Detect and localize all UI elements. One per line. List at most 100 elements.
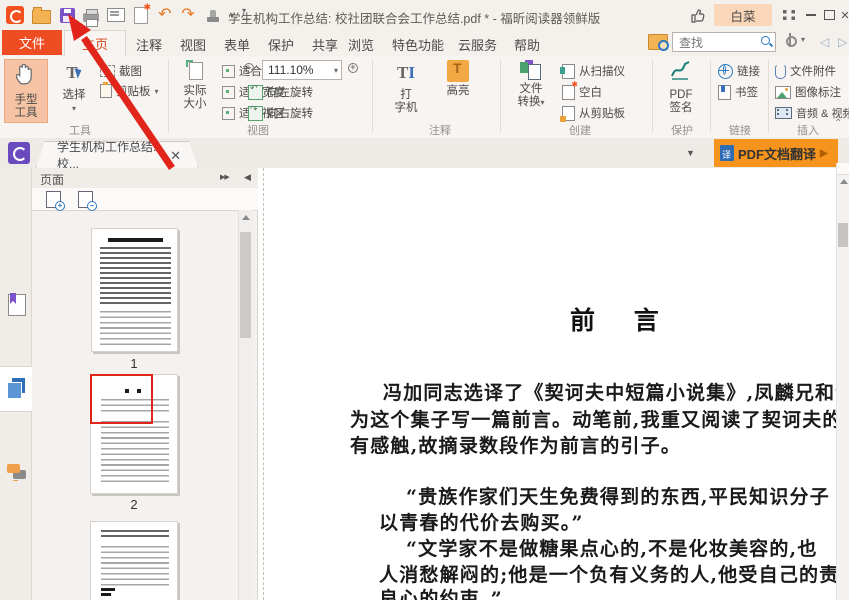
pdf-text-line: 冯加同志选译了《契诃夫中短篇小说集》,凤麟兄和译 xyxy=(383,378,849,405)
zoom-in-icon[interactable] xyxy=(348,63,361,76)
redo-icon[interactable]: ↷ xyxy=(178,6,198,24)
menu-tab-features[interactable]: 特色功能 xyxy=(392,35,444,54)
rotate-right-button[interactable]: 向右旋转 xyxy=(248,104,313,122)
search-magnifier-icon[interactable] xyxy=(761,36,772,47)
image-annotation-button[interactable]: 图像标注 xyxy=(775,83,841,101)
viewer-scrollbar[interactable] xyxy=(836,163,849,600)
menu-tab-comment[interactable]: 注释 xyxy=(136,35,162,54)
menu-tab-view[interactable]: 视图 xyxy=(180,35,206,54)
undo-icon[interactable]: ↶ xyxy=(155,6,175,24)
hand-tool-button[interactable]: 手型 工具 xyxy=(4,59,48,123)
enlarge-thumbnails-icon[interactable] xyxy=(46,191,61,208)
typewriter-button[interactable]: TI 打 字机 xyxy=(384,59,428,123)
blank-page-label: 空白 xyxy=(579,84,602,100)
pdf-translate-button[interactable]: PDF文档翻译 ▶ xyxy=(714,139,838,167)
viewer-scrollbar-thumb[interactable] xyxy=(838,223,848,247)
pdf-viewer[interactable]: 前 言 冯加同志选译了《契诃夫中短篇小说集》,凤麟兄和译 为这个集子写一篇前言。… xyxy=(258,168,849,600)
typewriter-label: 打 xyxy=(400,89,412,101)
rotate-left-button[interactable]: 向左旋转 xyxy=(248,83,313,101)
pages-panel-icon xyxy=(7,378,25,398)
save-icon[interactable] xyxy=(57,6,77,24)
fit-visible-icon xyxy=(222,107,235,120)
minimize-button[interactable] xyxy=(802,7,820,23)
file-convert-button[interactable]: 文件 转换 xyxy=(508,59,554,123)
next-arrow-icon[interactable]: ▷ xyxy=(838,35,847,49)
account-badge[interactable]: 白菜 xyxy=(714,4,772,26)
actual-size-button[interactable]: 实际 大小 xyxy=(174,59,216,123)
tab-close-icon[interactable]: ✕ xyxy=(170,149,181,162)
start-page-icon[interactable] xyxy=(8,142,30,164)
new-document-icon[interactable] xyxy=(131,6,151,24)
document-tab[interactable]: 学生机构工作总结: 校... ✕ xyxy=(36,141,198,168)
page2-view-rectangle[interactable] xyxy=(90,374,153,424)
menu-tab-protect[interactable]: 保护 xyxy=(268,35,294,54)
pdf-text-line: 人消愁解闷的;他是一个负有义务的人,他受自己的责 xyxy=(379,560,839,587)
menu-tab-cloud[interactable]: 云服务 xyxy=(458,35,497,54)
layout-grid-icon[interactable] xyxy=(780,7,798,23)
email-icon[interactable] xyxy=(106,6,126,24)
hand-tool-label: 手型 xyxy=(15,94,38,106)
shrink-thumbnails-icon[interactable] xyxy=(78,191,93,208)
from-clipboard-icon xyxy=(562,106,575,121)
group-label-tools: 工具 xyxy=(40,122,120,138)
link-button[interactable]: 链接 xyxy=(718,62,760,80)
viewer-scroll-up-icon[interactable] xyxy=(840,179,848,184)
file-attachment-button[interactable]: 文件附件 xyxy=(775,62,836,80)
close-button[interactable]: × xyxy=(836,7,849,23)
ribbon-collapse-icon[interactable]: ⌃ xyxy=(834,118,842,129)
zoom-level-box[interactable]: 111.10% ▾ xyxy=(262,60,342,80)
rotate-right-icon xyxy=(248,106,263,121)
page-thumbnail-1[interactable] xyxy=(91,228,178,352)
stamp-icon[interactable] xyxy=(203,6,223,24)
print-icon[interactable] xyxy=(81,6,101,24)
tab-list-dropdown-icon[interactable]: ▼ xyxy=(686,148,695,158)
search-folder-icon[interactable] xyxy=(648,34,668,50)
settings-gear-icon[interactable] xyxy=(783,33,799,49)
panel-scrollbar-thumb[interactable] xyxy=(240,232,251,338)
menu-tab-help[interactable]: 帮助 xyxy=(514,35,540,54)
bookmarks-panel-icon[interactable] xyxy=(8,294,26,316)
prev-arrow-icon[interactable]: ◁ xyxy=(820,35,829,49)
comments-panel-icon[interactable] xyxy=(7,464,27,482)
menu-tab-form[interactable]: 表单 xyxy=(224,35,250,54)
snapshot-button[interactable]: 截图 xyxy=(100,62,142,80)
menu-file[interactable]: 文件 xyxy=(2,30,62,55)
pages-panel-button[interactable] xyxy=(0,366,32,412)
panel-collapse-icon[interactable]: ◀ xyxy=(244,172,251,183)
thumbs-up-icon[interactable] xyxy=(688,7,708,25)
panel-expand-icon[interactable]: ▶▶ xyxy=(220,173,229,181)
from-clipboard-button[interactable]: 从剪贴板 xyxy=(562,104,625,122)
open-file-icon[interactable] xyxy=(31,6,51,24)
pdf-text-line: 为这个集子写一篇前言。动笔前,我重又阅读了契诃夫的 xyxy=(350,405,843,432)
highlight-button[interactable]: 高亮 xyxy=(436,59,480,123)
panel-scrollbar[interactable] xyxy=(238,210,253,600)
bookmark-label: 书签 xyxy=(735,84,758,100)
panel-header: 页面 ▶▶ ◀ xyxy=(32,168,258,188)
pdf-sign-button[interactable]: PDF 签名 xyxy=(658,59,704,123)
menu-tab-home[interactable]: 主页 xyxy=(64,30,126,56)
gear-dropdown-icon[interactable]: ▾ xyxy=(801,35,805,44)
fit-width-icon xyxy=(222,86,235,99)
document-tab-title: 学生机构工作总结: 校... xyxy=(57,138,173,172)
panel-scroll-up-icon[interactable] xyxy=(242,215,250,220)
rotate-right-label: 向右旋转 xyxy=(267,105,313,121)
bookmark-button[interactable]: 书签 xyxy=(718,83,758,101)
actual-size-label: 实际 xyxy=(184,85,207,97)
select-cursor-icon: T xyxy=(54,60,94,86)
clipboard-button[interactable]: 剪贴板 xyxy=(100,82,159,100)
select-tool-button[interactable]: T 选择 xyxy=(54,59,94,123)
page-number-1: 1 xyxy=(90,356,178,371)
highlight-label: 高亮 xyxy=(447,85,470,97)
zoom-out-icon[interactable] xyxy=(244,63,257,76)
menu-tab-share[interactable]: 共享 xyxy=(312,35,338,54)
zoom-dropdown-icon[interactable]: ▾ xyxy=(334,66,338,75)
group-label-create: 创建 xyxy=(540,122,620,138)
file-attachment-label: 文件附件 xyxy=(790,63,836,79)
blank-page-button[interactable]: 空白 xyxy=(562,83,602,101)
from-scanner-button[interactable]: 从扫描仪 xyxy=(562,62,625,80)
blank-page-icon xyxy=(562,85,575,100)
menu-tab-browse[interactable]: 浏览 xyxy=(348,35,374,54)
page-thumbnail-3[interactable] xyxy=(90,521,178,600)
search-input[interactable] xyxy=(677,34,759,52)
ribbon: 手型 工具 T 选择 截图 剪贴板 工具 实际 大小 适合页面 xyxy=(0,56,849,139)
